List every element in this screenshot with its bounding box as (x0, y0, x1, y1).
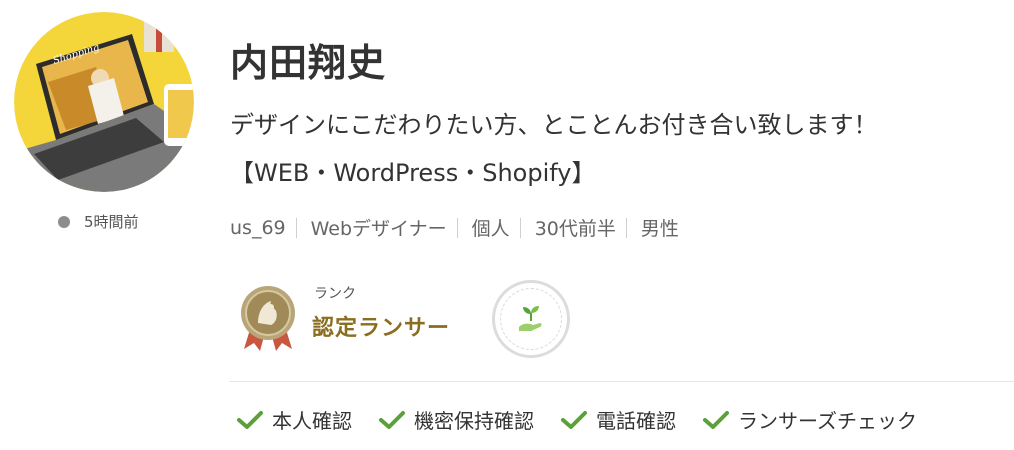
sprout-hand-icon (519, 306, 542, 331)
profile-meta: us_69 Webデザイナー 個人 30代前半 男性 (230, 214, 679, 241)
check-icon (561, 410, 587, 429)
last-login-text: 5時間前 (84, 213, 139, 231)
meta-separator (625, 217, 627, 238)
verification-lancers-check: ランサーズチェック (702, 405, 917, 434)
meta-separator (456, 217, 458, 238)
meta-separator (295, 217, 297, 238)
check-icon (237, 410, 263, 429)
check-icon (703, 410, 729, 429)
avatar[interactable]: Shopping (14, 12, 194, 192)
profile-gender: 男性 (640, 218, 679, 240)
certified-medal-icon (241, 286, 295, 351)
verification-label: 本人確認 (272, 409, 352, 433)
verification-label: ランサーズチェック (738, 409, 917, 433)
verification-nda: 機密保持確認 (378, 405, 534, 434)
section-divider (229, 381, 1014, 382)
catchphrase-line-1: デザインにこだわりたい方、とことんお付き合い致します！ (230, 111, 878, 139)
verification-phone: 電話確認 (560, 405, 676, 434)
rank-caption: ランク (314, 286, 356, 302)
meta-separator (519, 217, 521, 238)
profile-occupation: Webデザイナー (310, 218, 447, 240)
catchphrase-line-2: 【WEB・WordPress・Shopify】 (230, 159, 596, 187)
verification-identity: 本人確認 (236, 405, 352, 434)
profile-name: 内田翔史 (230, 41, 387, 85)
online-status-dot (58, 215, 70, 228)
rank-name[interactable]: 認定ランサー (312, 310, 450, 342)
avatar-image: Shopping (14, 12, 194, 192)
profile-catchphrase: デザインにこだわりたい方、とことんお付き合い致します！ 【WEB・WordPre… (230, 101, 1010, 197)
check-icon (379, 410, 405, 429)
verification-list: 本人確認 機密保持確認 電話確認 ランサーズチェック (236, 405, 943, 434)
verification-label: 機密保持確認 (414, 409, 534, 433)
rank-section[interactable]: ランク 認定ランサー (238, 283, 450, 353)
profile-type: 個人 (471, 218, 510, 240)
profile-username: us_69 (230, 216, 286, 239)
verification-label: 電話確認 (596, 409, 676, 433)
profile-age: 30代前半 (534, 218, 616, 240)
last-login-status: 5時間前 (58, 211, 139, 232)
sprout-badge[interactable] (492, 280, 570, 358)
